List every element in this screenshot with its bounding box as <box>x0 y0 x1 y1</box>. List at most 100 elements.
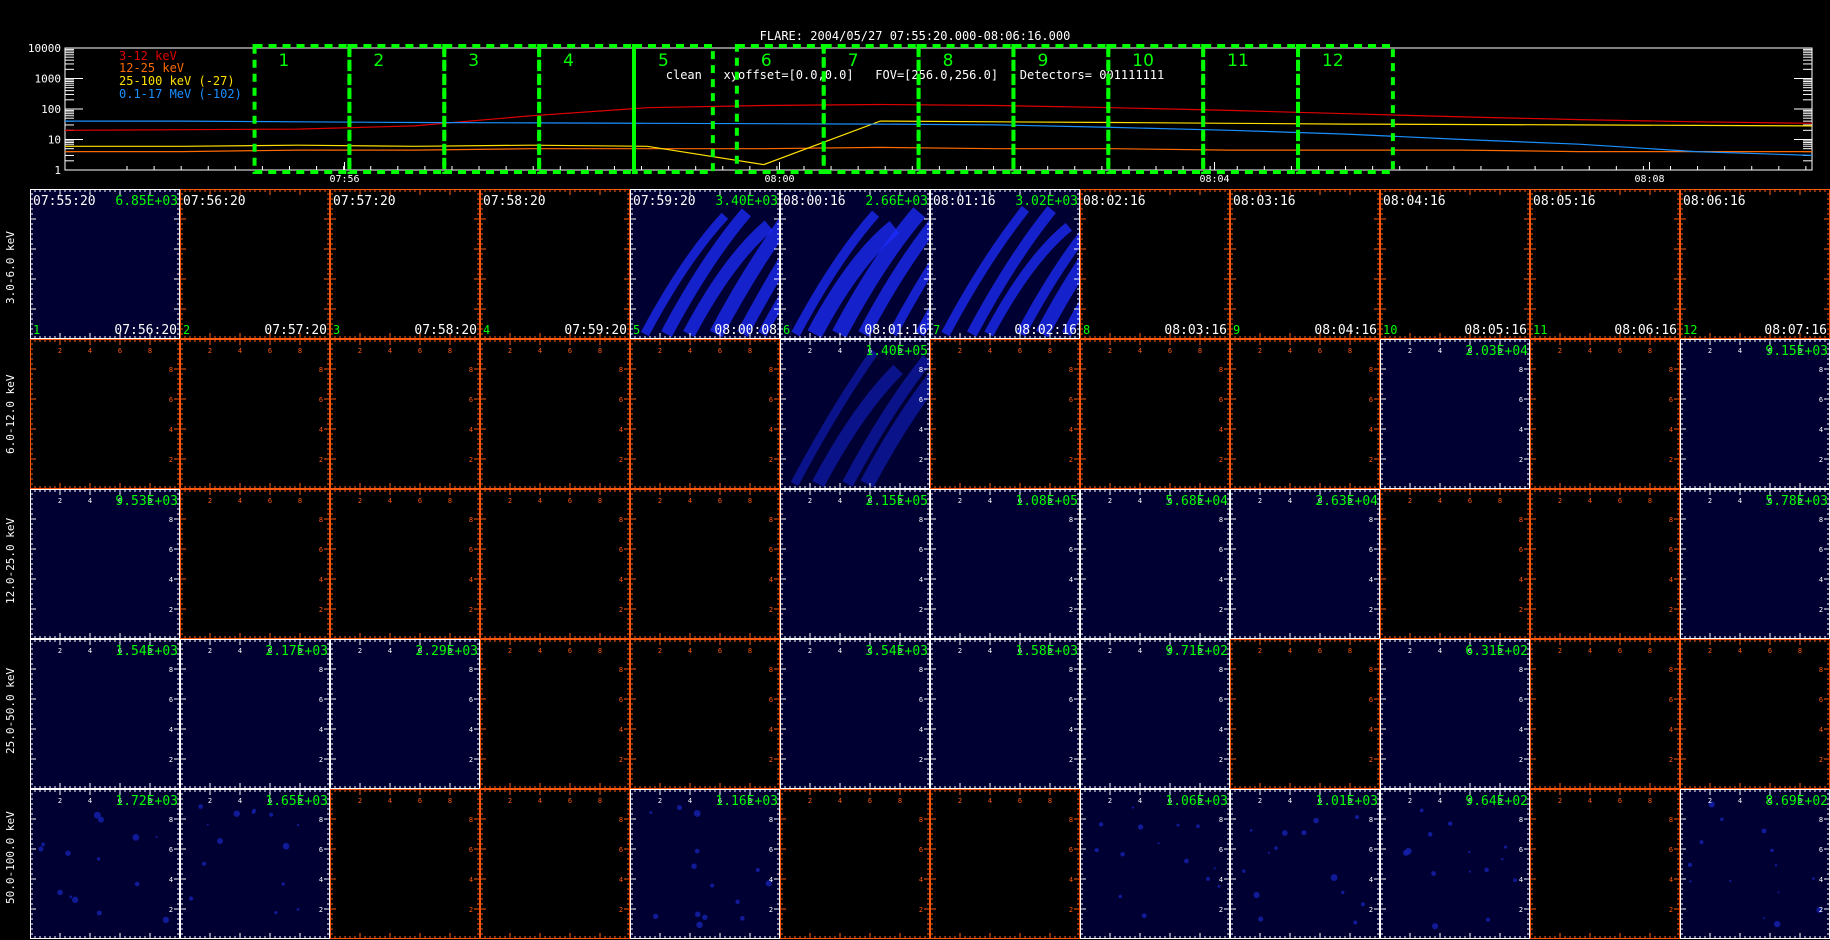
x-tick-label: 08:04 <box>1199 174 1229 184</box>
image-panel <box>630 339 780 489</box>
panel-start-time: 07:55:20 <box>33 194 96 209</box>
panel-peak-value: 1.40E+05 <box>865 344 928 359</box>
panel-tick-label: 8 <box>1219 366 1223 374</box>
emission-streak <box>683 220 773 337</box>
emission-streak <box>842 355 933 487</box>
panel-tick-label: 4 <box>1819 426 1823 434</box>
panel-tick-label: 6 <box>118 347 122 355</box>
panel-tick-label: 6 <box>568 497 572 505</box>
panel-frame <box>1380 339 1530 489</box>
panel-tick-label: 2 <box>1558 497 1562 505</box>
panel-start-time: 07:57:20 <box>333 194 396 209</box>
panel-tick-label: 2 <box>1219 606 1223 614</box>
image-panel <box>630 189 780 339</box>
panel-tick-label: 4 <box>388 347 392 355</box>
panel-tick-label: 2 <box>1669 606 1673 614</box>
panel-peak-value: 5.68E+04 <box>1165 494 1228 509</box>
panel-tick-label: 4 <box>1069 426 1073 434</box>
image-panel <box>330 489 480 639</box>
panel-index: 3 <box>333 323 340 337</box>
image-panel <box>1680 339 1830 489</box>
panel-tick-label: 4 <box>169 726 173 734</box>
panel-tick-label: 2 <box>358 347 362 355</box>
panel-tick-label: 6 <box>1069 546 1073 554</box>
panel-start-time: 08:04:16 <box>1383 194 1446 209</box>
image-panel <box>1530 189 1680 339</box>
time-window-number: 5 <box>658 51 669 71</box>
panel-tick-label: 4 <box>469 576 473 584</box>
panel-tick-label: 4 <box>688 497 692 505</box>
panel-tick-label: 2 <box>1708 497 1712 505</box>
time-window-box <box>442 44 542 174</box>
panel-tick-label: 6 <box>418 347 422 355</box>
time-window-box <box>537 44 636 174</box>
image-panel <box>1380 189 1530 339</box>
panel-index: 5 <box>633 323 640 337</box>
panel-frame <box>780 189 930 339</box>
panel-tick-label: 2 <box>169 606 173 614</box>
panel-tick-label: 6 <box>268 347 272 355</box>
panel-tick-label: 2 <box>1069 606 1073 614</box>
panel-frame <box>930 339 1080 489</box>
panel-tick-label: 2 <box>469 606 473 614</box>
panel-tick-label: 4 <box>88 347 92 355</box>
panel-start-time: 08:02:16 <box>1083 194 1146 209</box>
panel-peak-value: 1.54E+03 <box>115 644 178 659</box>
panel-frame <box>330 489 480 639</box>
panel-tick-label: 6 <box>718 347 722 355</box>
panel-tick-label: 4 <box>619 426 623 434</box>
emission-streak <box>812 364 903 488</box>
panel-peak-value: 3.40E+03 <box>715 194 778 209</box>
image-panel <box>1380 489 1530 639</box>
panel-frame <box>1530 189 1680 339</box>
panel-frame <box>780 489 930 639</box>
panel-tick-label: 6 <box>868 347 872 355</box>
panel-tick-label: 4 <box>319 726 323 734</box>
panel-frame <box>180 339 330 489</box>
panel-tick-label: 4 <box>169 576 173 584</box>
panel-tick-label: 8 <box>169 516 173 524</box>
panel-tick-label: 4 <box>988 497 992 505</box>
panel-tick-label: 4 <box>1438 347 1442 355</box>
panel-index: 9 <box>1233 323 1240 337</box>
panel-tick-label: 8 <box>1198 497 1202 505</box>
panel-frame <box>180 639 330 789</box>
panel-end-time: 07:59:20 <box>564 323 627 338</box>
flare-title: FLARE: 2004/05/27 07:55:20.000-08:06:16.… <box>759 29 1071 43</box>
panel-frame <box>930 189 1080 339</box>
panel-tick-label: 8 <box>319 666 323 674</box>
image-panel <box>1080 339 1230 489</box>
panel-index: 10 <box>1383 323 1397 337</box>
panel-index: 6 <box>783 323 790 337</box>
panel-frame <box>630 189 780 339</box>
image-panel <box>930 189 1080 339</box>
time-window-number: 6 <box>761 51 772 71</box>
panel-index: 7 <box>933 323 940 337</box>
image-panel <box>1230 339 1380 489</box>
panel-tick-label: 8 <box>919 366 923 374</box>
panel-frame <box>1680 189 1830 339</box>
panel-tick-label: 6 <box>118 497 122 505</box>
image-panel <box>180 339 330 489</box>
panel-tick-label: 2 <box>1108 347 1112 355</box>
panel-tick-label: 2 <box>958 497 962 505</box>
panel-tick-label: 6 <box>1669 546 1673 554</box>
panel-tick-label: 6 <box>868 497 872 505</box>
panel-tick-label: 6 <box>1168 347 1172 355</box>
panel-frame <box>480 339 630 489</box>
panel-frame <box>1680 339 1830 489</box>
series-line <box>65 146 1812 153</box>
panel-tick-label: 8 <box>769 516 773 524</box>
panel-start-time: 08:05:16 <box>1533 194 1596 209</box>
emission-streak <box>737 197 828 337</box>
panel-tick-label: 4 <box>769 576 773 584</box>
panel-tick-label: 4 <box>1069 576 1073 584</box>
panel-frame <box>630 489 780 639</box>
panel-tick-label: 4 <box>1219 426 1223 434</box>
time-window-number: 8 <box>943 51 954 71</box>
panel-tick-label: 8 <box>1348 347 1352 355</box>
panel-frame <box>780 339 930 489</box>
panel-tick-label: 4 <box>619 576 623 584</box>
image-panel <box>1230 189 1380 339</box>
emission-streak <box>807 221 900 338</box>
